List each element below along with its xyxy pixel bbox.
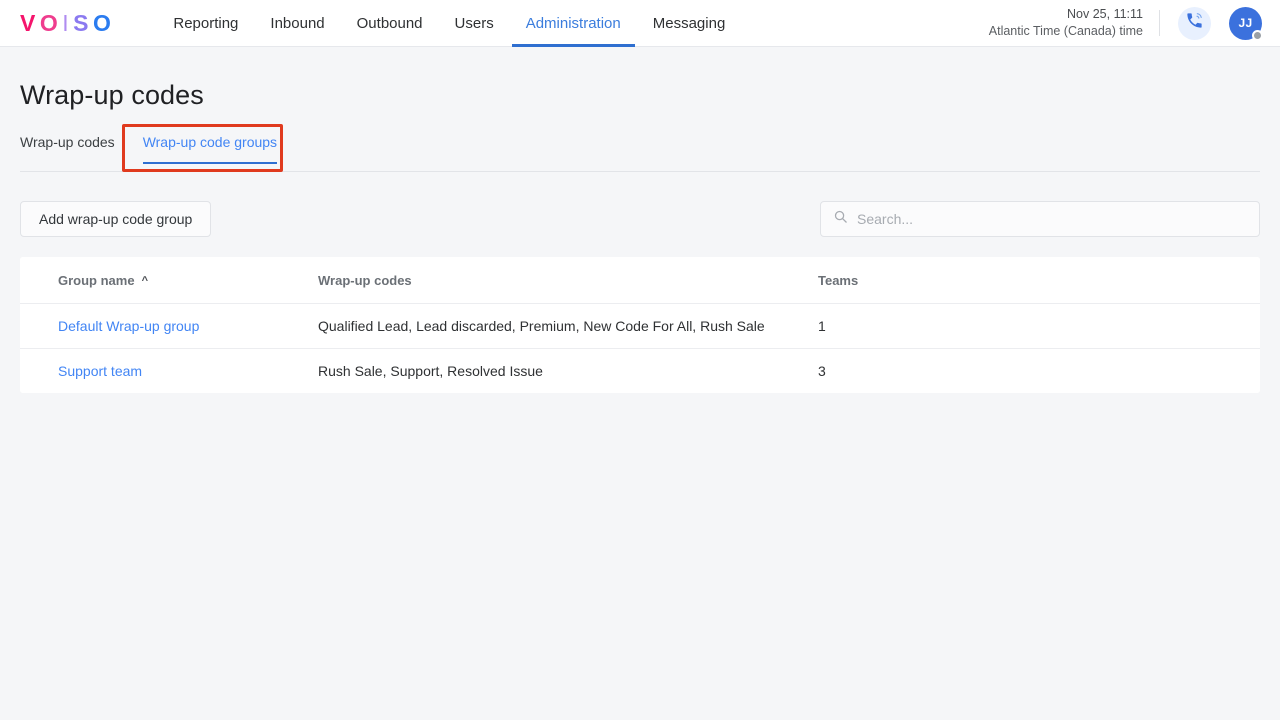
toolbar: Add wrap-up code group: [20, 201, 1260, 237]
group-name-link[interactable]: Default Wrap-up group: [58, 318, 199, 334]
nav-item-users[interactable]: Users: [439, 0, 510, 46]
column-header-teams[interactable]: Teams: [818, 257, 1260, 304]
logo-letter-2: O: [40, 12, 62, 35]
nav-item-administration[interactable]: Administration: [510, 0, 637, 46]
header-right-section: Nov 25, 11:11 Atlantic Time (Canada) tim…: [989, 6, 1262, 40]
avatar-status-dot: [1252, 30, 1263, 41]
nav-item-outbound[interactable]: Outbound: [341, 0, 439, 46]
table-cell-wrap-up-codes: Qualified Lead, Lead discarded, Premium,…: [318, 304, 818, 349]
nav-item-reporting[interactable]: Reporting: [157, 0, 254, 46]
current-date-time: Nov 25, 11:11: [989, 6, 1143, 23]
tabs-divider: [20, 171, 1260, 172]
logo-letter-1: V: [20, 12, 40, 35]
column-header-group-name-label: Group name: [58, 273, 135, 288]
avatar-initials: JJ: [1239, 16, 1253, 30]
header-divider: [1159, 10, 1160, 36]
table-cell-group-name: Default Wrap-up group: [20, 304, 318, 349]
logo-letter-4: S: [73, 12, 93, 35]
tab-wrap-up-code-groups[interactable]: Wrap-up code groups: [129, 133, 291, 161]
tab-list: Wrap-up codes Wrap-up code groups: [20, 133, 1260, 173]
search-input[interactable]: [857, 202, 1247, 236]
logo-letter-3: I: [62, 12, 73, 35]
group-name-link[interactable]: Support team: [58, 363, 142, 379]
page-title: Wrap-up codes: [20, 80, 1260, 111]
column-header-group-name[interactable]: Group name ^: [20, 257, 318, 304]
table-body: Default Wrap-up group Qualified Lead, Le…: [20, 304, 1260, 394]
phone-button[interactable]: [1178, 7, 1211, 40]
table-header-row: Group name ^ Wrap-up codes Teams: [20, 257, 1260, 304]
table-cell-teams: 1: [818, 304, 1260, 349]
table-row: Support team Rush Sale, Support, Resolve…: [20, 349, 1260, 394]
timezone-label: Atlantic Time (Canada) time: [989, 23, 1143, 40]
table-cell-group-name: Support team: [20, 349, 318, 394]
nav-item-messaging[interactable]: Messaging: [637, 0, 742, 46]
wrap-up-code-groups-table: Group name ^ Wrap-up codes Teams Default …: [20, 257, 1260, 393]
header-datetime: Nov 25, 11:11 Atlantic Time (Canada) tim…: [989, 6, 1143, 40]
table-header: Group name ^ Wrap-up codes Teams: [20, 257, 1260, 304]
voiso-logo[interactable]: VOISO: [20, 12, 115, 35]
add-wrap-up-code-group-button[interactable]: Add wrap-up code group: [20, 201, 211, 237]
phone-ringing-icon: [1185, 11, 1204, 35]
table-row: Default Wrap-up group Qualified Lead, Le…: [20, 304, 1260, 349]
user-avatar[interactable]: JJ: [1229, 7, 1262, 40]
tabs-container: Wrap-up codes Wrap-up code groups: [20, 133, 1260, 179]
app-header: VOISO Reporting Inbound Outbound Users A…: [0, 0, 1280, 47]
search-icon: [833, 209, 857, 229]
table-cell-wrap-up-codes: Rush Sale, Support, Resolved Issue: [318, 349, 818, 394]
column-header-wrap-up-codes[interactable]: Wrap-up codes: [318, 257, 818, 304]
caret-up-icon: ^: [142, 275, 148, 287]
main-navigation: Reporting Inbound Outbound Users Adminis…: [157, 0, 741, 46]
logo-letter-5: O: [93, 12, 115, 35]
search-box[interactable]: [820, 201, 1260, 237]
table-cell-teams: 3: [818, 349, 1260, 394]
tab-wrap-up-codes[interactable]: Wrap-up codes: [20, 133, 129, 161]
nav-item-inbound[interactable]: Inbound: [254, 0, 340, 46]
page-content: Wrap-up codes Wrap-up codes Wrap-up code…: [0, 80, 1280, 393]
